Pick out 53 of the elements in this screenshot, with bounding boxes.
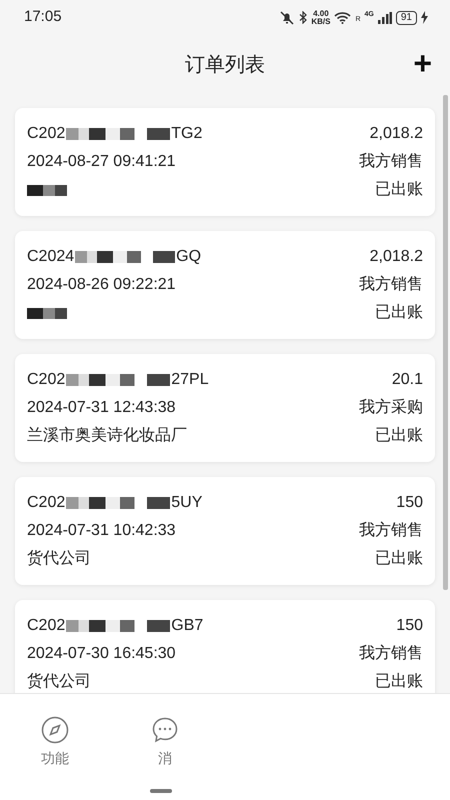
order-number: C2024	[27, 247, 74, 267]
speed-unit: KB/S	[311, 18, 330, 26]
order-number: TG2	[171, 124, 202, 144]
compass-icon	[41, 716, 69, 744]
order-date: 2024-08-26 09:22:21	[27, 275, 176, 295]
order-type: 我方销售	[359, 644, 423, 664]
page-title: 订单列表	[185, 53, 265, 78]
muted-bell-icon	[279, 10, 296, 24]
clock: 17:05	[24, 7, 62, 28]
chat-icon	[151, 716, 179, 744]
wifi-icon	[334, 11, 352, 24]
signal-icon	[378, 12, 392, 24]
order-status: 已出账	[375, 426, 423, 446]
order-date: 2024-07-30 16:45:30	[27, 644, 176, 664]
order-amount: 20.1	[392, 370, 423, 390]
order-status: 已出账	[375, 548, 423, 569]
order-number: C202	[27, 124, 66, 144]
order-number: GB7	[171, 616, 204, 636]
order-number: C202	[27, 370, 66, 390]
order-status: 已出账	[375, 180, 423, 200]
order-status: 已出账	[375, 302, 423, 323]
order-type: 我方销售	[359, 274, 423, 295]
order-amount: 150	[396, 493, 423, 513]
nav-tab[interactable]: 消	[141, 712, 189, 773]
order-date: 2024-07-31 12:43:38	[27, 398, 176, 418]
order-number: GQ	[176, 247, 202, 267]
order-status: 已出账	[375, 672, 423, 692]
order-amount: 150	[396, 616, 423, 636]
order-card[interactable]: C202 27PL 20.1 2024-07-31 12:43:38 我方采购 兰溪市奥美诗化妆品厂 已出账	[15, 354, 435, 462]
order-card[interactable]: C2024 GQ 2,018.2 2024-08-26 09:22:21 我方销售 已出账	[15, 231, 435, 339]
order-type: 我方采购	[359, 398, 423, 418]
order-number: 5UY	[171, 493, 202, 513]
battery-level: 91	[396, 10, 417, 24]
order-amount: 2,018.2	[370, 247, 423, 267]
bluetooth-icon	[299, 11, 308, 24]
order-card[interactable]: C202 5UY 150 2024-07-31 10:42:33 我方销售 货代公司 已出账	[15, 477, 435, 585]
add-button[interactable]: +	[409, 43, 436, 83]
order-number: 27PL	[171, 370, 209, 390]
counterparty: 兰溪市奥美诗化妆品厂	[27, 426, 187, 446]
order-type: 我方销售	[359, 520, 423, 541]
order-date: 2024-07-31 10:42:33	[27, 521, 176, 541]
order-type: 我方销售	[359, 152, 423, 172]
order-card[interactable]: C202 GB7 150 2024-07-30 16:45:30 我方销售 货代公司 已出账	[15, 600, 435, 693]
network-speed: 4.00	[312, 10, 330, 18]
counterparty: 货代公司	[27, 672, 91, 692]
order-number: C202	[27, 493, 66, 513]
order-card[interactable]: C202 TG2 2,018.2 2024-08-27 09:41:21 我方销售 已出账	[15, 108, 435, 216]
order-number: C202	[27, 616, 66, 636]
home-indicator	[150, 789, 172, 793]
counterparty: 货代公司	[27, 549, 91, 569]
order-date: 2024-08-27 09:41:21	[27, 152, 176, 172]
nav-tab[interactable]: 功能	[31, 712, 79, 773]
order-amount: 2,018.2	[370, 124, 423, 144]
